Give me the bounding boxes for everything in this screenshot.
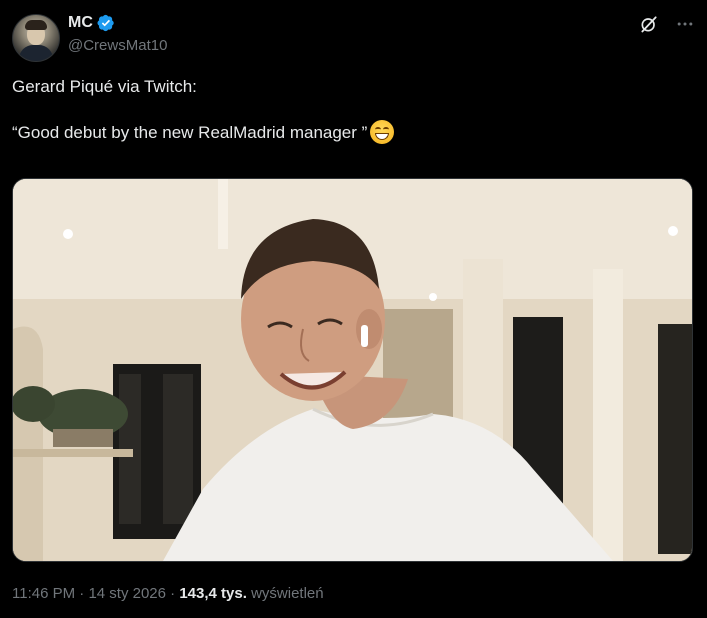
verified-badge-icon	[97, 14, 114, 32]
tweet-line-2: “Good debut by the new RealMadrid manage…	[12, 120, 695, 144]
tweet-text: Gerard Piqué via Twitch: “Good debut by …	[12, 76, 695, 144]
grinning-emoji-icon	[370, 120, 395, 144]
author-name[interactable]: MC	[68, 14, 93, 32]
tweet-meta: 11:46 PM · 14 sty 2026 · 143,4 tys. wyśw…	[12, 585, 324, 602]
tweet-date[interactable]: 14 sty 2026	[88, 585, 166, 602]
grok-icon[interactable]	[639, 14, 659, 34]
tweet-header: MC @CrewsMat10	[12, 12, 695, 62]
author-name-row[interactable]: MC	[68, 14, 115, 32]
views-count[interactable]: 143,4 tys.	[179, 585, 247, 602]
tweet-line-1: Gerard Piqué via Twitch:	[12, 77, 197, 96]
tweet-photo[interactable]	[12, 178, 693, 562]
views-label: wyświetleń	[251, 585, 324, 602]
meta-separator: ·	[79, 585, 85, 602]
tweet-line-2-text: “Good debut by the new RealMadrid manage…	[12, 123, 368, 142]
avatar[interactable]	[12, 14, 60, 62]
more-icon[interactable]	[675, 14, 695, 34]
tweet-time[interactable]: 11:46 PM	[12, 585, 75, 602]
photo-scene	[13, 179, 692, 561]
author-handle[interactable]: @CrewsMat10	[68, 37, 167, 54]
meta-separator: ·	[170, 585, 176, 602]
